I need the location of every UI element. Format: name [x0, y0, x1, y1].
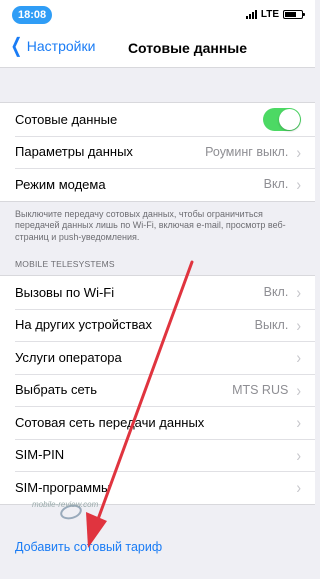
chevron-right-icon: ›	[296, 380, 301, 400]
status-bar: 18:08 LTE	[0, 0, 315, 28]
row-label: SIM-программы	[15, 479, 111, 495]
carrier-section-header: MOBILE TELESYSTEMS	[15, 259, 115, 269]
cellular-data-network-row[interactable]: Сотовая сеть передачи данных ›	[0, 406, 315, 439]
chevron-right-icon: ›	[296, 347, 301, 367]
row-label: Выбрать сеть	[15, 382, 97, 398]
cellular-settings-group: Сотовые данные Параметры данных Роуминг …	[0, 102, 315, 202]
row-label: Режим модема	[15, 176, 106, 192]
battery-icon	[283, 10, 305, 19]
row-value: Роуминг выкл.	[205, 144, 289, 159]
chevron-right-icon: ›	[296, 315, 301, 335]
chevron-right-icon: ›	[296, 282, 301, 302]
signal-icon	[245, 10, 257, 19]
row-value: MTS RUS	[232, 382, 289, 397]
chevron-right-icon: ›	[296, 412, 301, 432]
cellular-footnote: Выключите передачу сотовых данных, чтобы…	[15, 208, 286, 242]
row-label: Сотовая сеть передачи данных	[15, 414, 205, 430]
chevron-right-icon: ›	[296, 142, 301, 162]
wifi-calling-row[interactable]: Вызовы по Wi-Fi Вкл. ›	[0, 276, 315, 309]
sim-pin-row[interactable]: SIM-PIN ›	[0, 438, 315, 472]
row-label: Параметры данных	[15, 144, 133, 160]
cellular-data-row[interactable]: Сотовые данные	[0, 103, 315, 136]
row-value: Вкл.	[263, 285, 289, 300]
row-label: Вызовы по Wi-Fi	[15, 284, 115, 300]
chevron-right-icon: ›	[296, 477, 301, 497]
row-label: На других устройствах	[15, 317, 152, 333]
cellular-data-toggle[interactable]	[263, 107, 301, 131]
chevron-right-icon: ›	[296, 445, 301, 465]
modem-mode-row[interactable]: Режим модема Вкл. ›	[0, 168, 315, 201]
row-value: Вкл.	[263, 177, 289, 192]
status-time: 18:08	[12, 6, 53, 24]
watermark: mobile-review.com	[32, 500, 99, 509]
status-indicators: LTE	[245, 9, 305, 20]
carrier-settings-group: Вызовы по Wi-Fi Вкл. › На других устройс…	[0, 275, 315, 505]
navigation-bar: ❮ Настройки Сотовые данные	[0, 28, 315, 68]
carrier-services-row[interactable]: Услуги оператора ›	[0, 341, 315, 374]
data-options-row[interactable]: Параметры данных Роуминг выкл. ›	[0, 135, 315, 169]
network-selection-row[interactable]: Выбрать сеть MTS RUS ›	[0, 373, 315, 407]
row-label: Сотовые данные	[15, 111, 118, 127]
row-label: Услуги оператора	[15, 349, 122, 365]
row-value: Выкл.	[254, 317, 289, 332]
add-cellular-plan-link[interactable]: Добавить сотовый тариф	[15, 540, 162, 554]
sim-apps-row[interactable]: SIM-программы ›	[0, 471, 315, 504]
page-title: Сотовые данные	[127, 40, 248, 56]
other-devices-row[interactable]: На других устройствах Выкл. ›	[0, 308, 315, 342]
row-label: SIM-PIN	[15, 447, 65, 463]
chevron-right-icon: ›	[296, 174, 301, 194]
network-type: LTE	[260, 9, 279, 20]
